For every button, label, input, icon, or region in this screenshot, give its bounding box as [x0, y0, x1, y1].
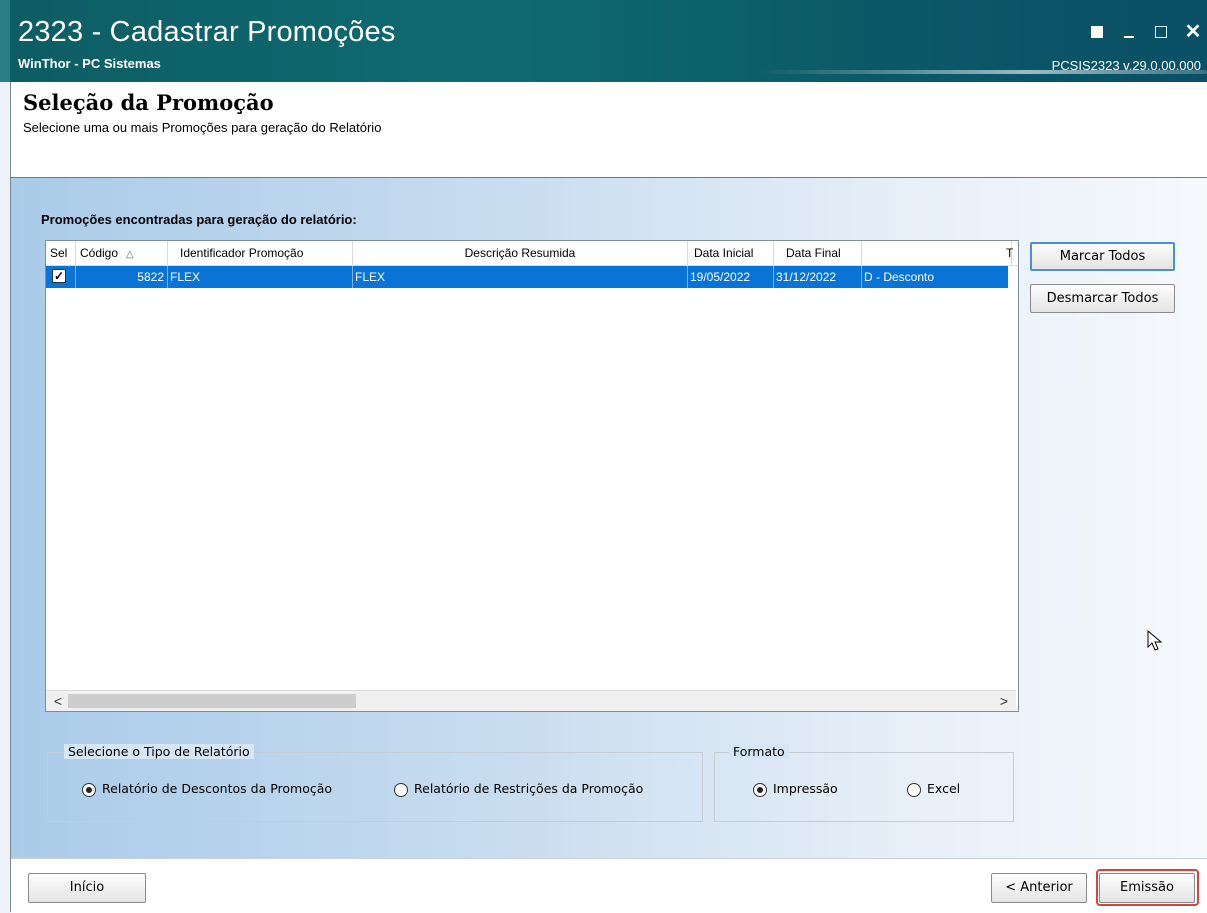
scrollbar-thumb[interactable]	[68, 694, 356, 708]
scroll-left-icon[interactable]: <	[48, 691, 68, 711]
grid-label: Promoções encontradas para geração do re…	[41, 212, 357, 227]
grid-header: Sel Código △ Identificador Promoção Descr…	[46, 241, 1018, 266]
radio-excel[interactable]: Excel	[907, 781, 960, 797]
column-header-descricao[interactable]: Descrição Resumida	[353, 241, 688, 265]
radio-relatorio-descontos[interactable]: Relatório de Descontos da Promoção	[82, 781, 332, 797]
window-client: Seleção da Promoção Selecione uma ou mai…	[10, 82, 1207, 913]
main-panel: Promoções encontradas para geração do re…	[11, 178, 1207, 858]
radio-unselected-icon[interactable]	[394, 782, 408, 797]
column-header-codigo-label: Código	[80, 246, 119, 260]
cell-data-inicial: 19/05/2022	[688, 266, 774, 288]
cell-codigo: 5822	[76, 266, 168, 288]
radio-selected-icon[interactable]	[753, 782, 767, 797]
maximize-icon[interactable]	[1153, 24, 1169, 40]
column-header-t[interactable]: T	[1006, 241, 1018, 265]
tipo-relatorio-legend: Selecione o Tipo de Relatório	[64, 744, 254, 759]
marcar-todos-button[interactable]: Marcar Todos	[1030, 242, 1175, 271]
minimize-icon[interactable]	[1121, 24, 1137, 40]
inicio-button[interactable]: Início	[28, 873, 146, 903]
formato-group: Formato Impressão Excel	[714, 744, 1014, 822]
cell-descricao: FLEX	[353, 266, 688, 288]
promotions-grid[interactable]: Sel Código △ Identificador Promoção Descr…	[45, 240, 1019, 712]
page-description: Selecione uma ou mais Promoções para ger…	[23, 120, 382, 135]
radio-selected-icon[interactable]	[82, 782, 96, 797]
cell-identificador: FLEX	[168, 266, 353, 288]
wizard-footer: Início < Anterior Emissão	[11, 858, 1207, 913]
desmarcar-todos-button[interactable]: Desmarcar Todos	[1030, 284, 1175, 313]
column-header-data-inicial[interactable]: Data Inicial	[688, 241, 774, 265]
emissao-button[interactable]: Emissão	[1099, 873, 1195, 903]
column-header-sel[interactable]: Sel	[46, 241, 76, 265]
radio-relatorio-descontos-label: Relatório de Descontos da Promoção	[102, 781, 333, 796]
page-title: Seleção da Promoção	[23, 90, 274, 115]
mouse-pointer-icon	[1147, 630, 1163, 651]
radio-impressao-label: Impressão	[773, 781, 838, 796]
radio-relatorio-restricoes[interactable]: Relatório de Restrições da Promoção	[394, 781, 643, 797]
wizard-header: Seleção da Promoção Selecione uma ou mai…	[11, 82, 1207, 178]
radio-relatorio-restricoes-label: Relatório de Restrições da Promoção	[414, 781, 644, 796]
radio-impressao[interactable]: Impressão	[753, 781, 838, 797]
window-title: 2323 - Cadastrar Promoções	[18, 16, 396, 48]
tipo-relatorio-group: Selecione o Tipo de Relatório Relatório …	[47, 744, 703, 822]
close-icon[interactable]: ✕	[1185, 22, 1202, 42]
window-controls: ✕	[1089, 22, 1202, 42]
radio-unselected-icon[interactable]	[907, 782, 921, 797]
column-header-identificador[interactable]: Identificador Promoção	[168, 241, 353, 265]
restore-icon[interactable]	[1089, 24, 1105, 40]
sort-ascending-icon: △	[126, 249, 134, 260]
titlebar-decoration	[760, 70, 1207, 74]
row-select-cell[interactable]: ✓	[46, 266, 76, 288]
window-titlebar: 2323 - Cadastrar Promoções WinThor - PC …	[0, 0, 1207, 82]
anterior-button[interactable]: < Anterior	[991, 873, 1087, 903]
horizontal-scrollbar[interactable]: < >	[46, 690, 1016, 711]
cell-tipo: D - Desconto	[864, 270, 935, 284]
window-subtitle: WinThor - PC Sistemas	[18, 56, 161, 71]
column-header-codigo[interactable]: Código △	[76, 241, 168, 265]
cell-data-final: 31/12/2022	[774, 266, 862, 288]
column-header-tipo[interactable]	[862, 241, 1012, 265]
scroll-right-icon[interactable]: >	[994, 691, 1014, 711]
radio-excel-label: Excel	[927, 781, 961, 796]
table-row[interactable]: ✓ 5822 FLEX FLEX 19/05/2022 31/12/2022 D…	[46, 266, 1008, 288]
formato-legend: Formato	[729, 744, 789, 759]
column-header-data-final[interactable]: Data Final	[774, 241, 862, 265]
row-checkbox[interactable]: ✓	[52, 269, 66, 283]
